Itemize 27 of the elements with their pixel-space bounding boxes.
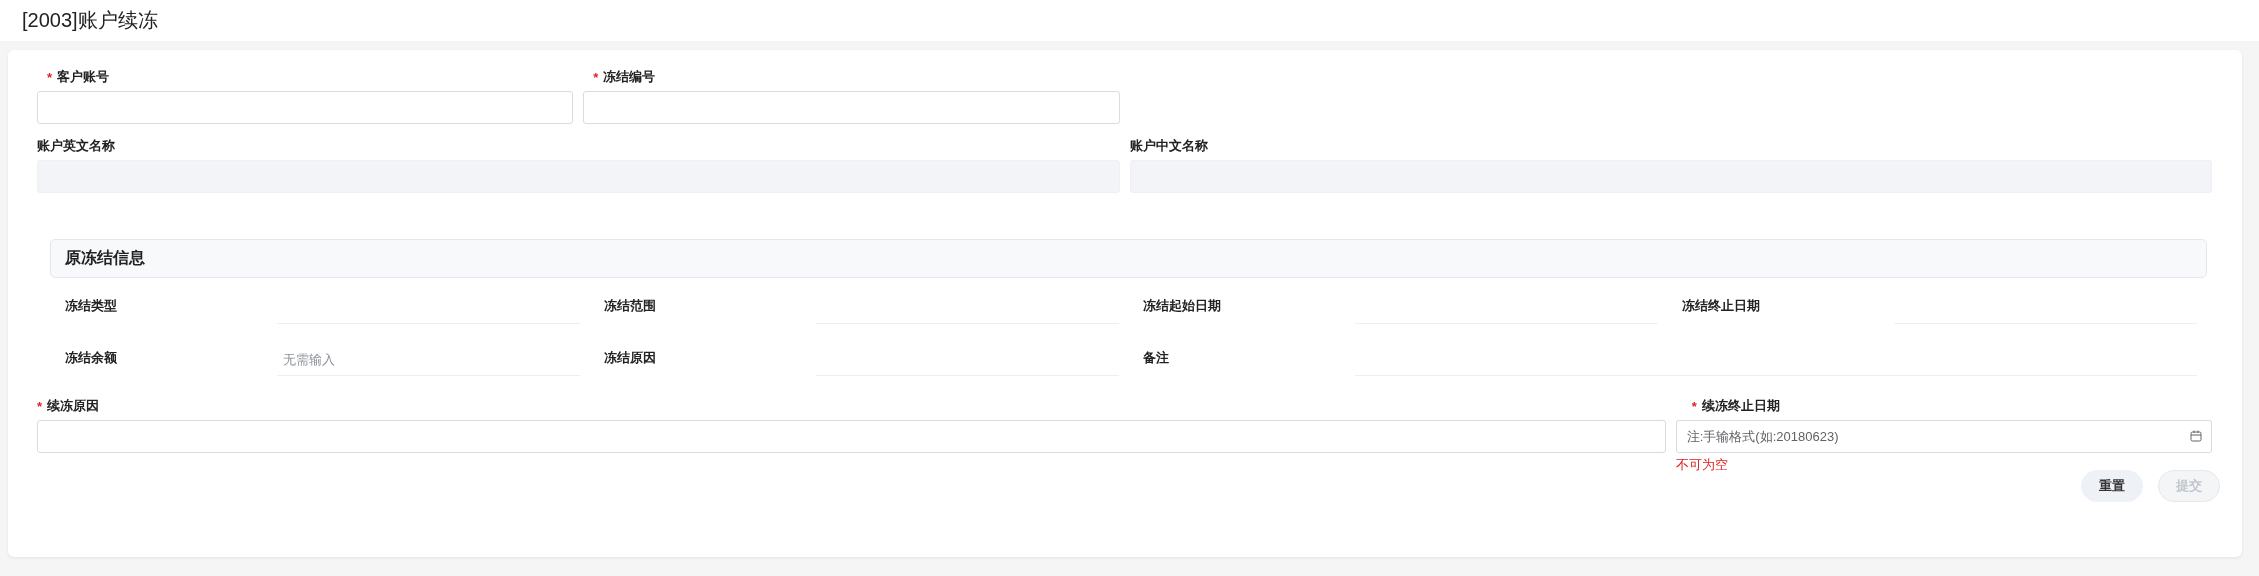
required-mark: * [593,69,599,85]
field-label: 客户账号 [57,68,110,86]
input-field[interactable] [37,420,1666,453]
info-label: 备注 [1143,349,1170,367]
info-label: 冻结终止日期 [1682,297,1761,315]
info-label: 冻结余额 [65,349,118,367]
error-message: 不可为空 [1675,456,1728,474]
field-label: 续冻终止日期 [1701,397,1780,415]
info-label: 冻结类型 [65,297,118,315]
section-title: 原冻结信息 [65,248,145,268]
required-mark: * [1691,398,1697,414]
calendar-icon[interactable] [2190,430,2202,442]
date-field[interactable]: 注:手输格式(如:20180623) [1675,420,2212,453]
reset-button[interactable]: 重置 [2081,470,2143,502]
field-label: 账户英文名称 [37,137,115,155]
field-label: 续冻原因 [47,397,100,415]
field-label: 冻结编号 [603,68,656,86]
info-label: 冻结原因 [604,349,657,367]
page-title: [2003]账户续冻 [22,8,158,33]
required-mark: * [37,398,43,414]
required-mark: * [47,69,53,85]
info-label: 冻结范围 [604,297,657,315]
placeholder-text: 无需输入 [282,351,335,369]
info-label: 冻结起始日期 [1143,297,1222,315]
input-field[interactable] [37,91,574,124]
field-label: 账户中文名称 [1129,137,1208,155]
input-field[interactable] [583,91,1120,124]
